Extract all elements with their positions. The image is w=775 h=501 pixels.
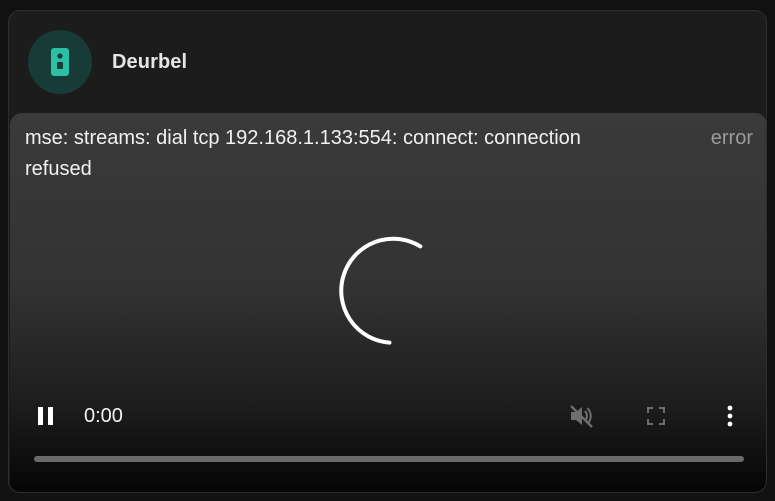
card-title: Deurbel <box>112 51 188 73</box>
doorbell-icon <box>51 48 69 76</box>
video-player[interactable]: mse: streams: dial tcp 192.168.1.133:554… <box>10 113 766 492</box>
error-message: mse: streams: dial tcp 192.168.1.133:554… <box>25 127 581 180</box>
card-header: Deurbel <box>9 11 766 113</box>
more-options-button[interactable] <box>714 400 746 432</box>
pause-icon <box>38 407 53 425</box>
mute-button[interactable] <box>565 400 597 432</box>
seek-bar[interactable] <box>34 456 744 462</box>
loading-spinner-icon <box>339 236 423 345</box>
fullscreen-button[interactable] <box>640 400 672 432</box>
more-vertical-icon <box>727 405 733 427</box>
camera-card: Deurbel mse: streams: dial tcp 192.168.1… <box>8 10 767 493</box>
error-badge: error <box>710 127 753 149</box>
fullscreen-icon <box>647 407 665 425</box>
volume-off-icon <box>570 405 593 428</box>
avatar[interactable] <box>28 30 92 94</box>
pause-button[interactable] <box>30 400 62 432</box>
current-time: 0:00 <box>84 405 123 427</box>
